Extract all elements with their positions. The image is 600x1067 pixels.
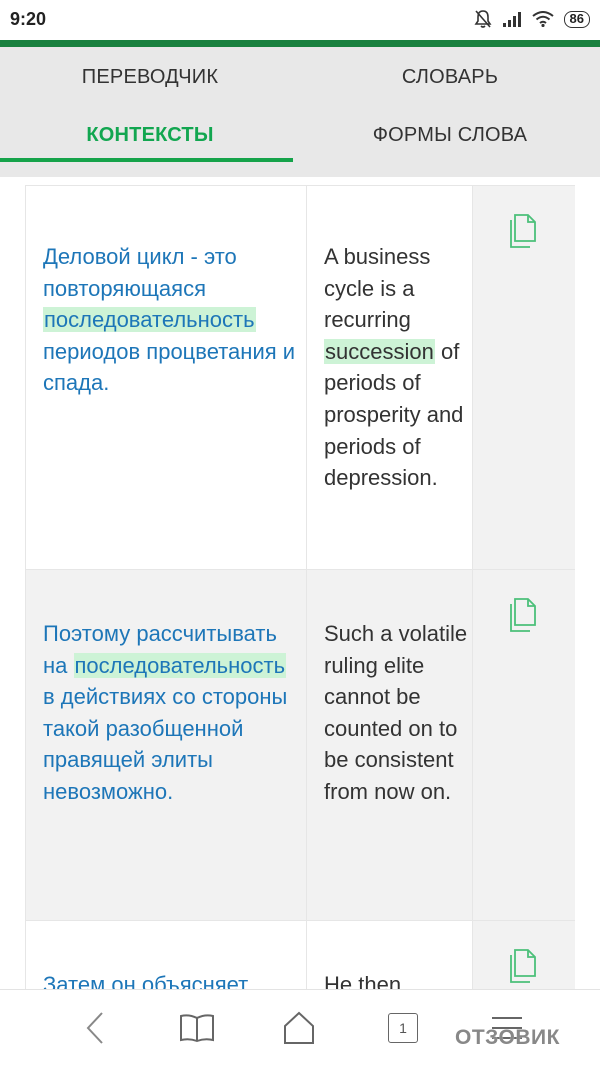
highlighted-term: succession — [324, 338, 435, 364]
example-row: Затем он объясняет He then — [25, 920, 575, 989]
translation-cell: Such a volatile ruling elite cannot be c… — [307, 570, 473, 920]
source-cell: Затем он объясняет — [25, 921, 307, 989]
tab-bar: ПЕРЕВОДЧИК СЛОВАРЬ КОНТЕКСТЫ ФОРМЫ СЛОВА — [0, 47, 600, 177]
tab-contexts[interactable]: КОНТЕКСТЫ — [0, 105, 300, 165]
source-cell: Деловой цикл - это повторяющаяся последо… — [25, 186, 307, 569]
tab-dictionary[interactable]: СЛОВАРЬ — [300, 47, 600, 107]
status-bar: 9:20 86 — [0, 0, 600, 40]
tabs-button[interactable]: 1 — [387, 1010, 419, 1046]
example-row: Деловой цикл - это повторяющаяся последо… — [25, 185, 575, 569]
copy-cell — [473, 186, 575, 569]
translation-text: A business cycle is a recurring successi… — [324, 244, 464, 491]
back-button[interactable] — [80, 1010, 110, 1046]
copy-cell — [473, 921, 575, 989]
mute-icon — [474, 9, 492, 29]
watermark: ОТЗОВИК — [455, 1026, 560, 1049]
status-time: 9:20 — [10, 9, 47, 29]
translation-text: Such a volatile ruling elite cannot be c… — [324, 621, 468, 804]
copy-icon[interactable] — [508, 949, 538, 989]
highlighted-term: последовательность — [43, 307, 256, 333]
source-cell: Поэтому рассчитывать на последовательнос… — [25, 570, 307, 920]
browser-bottom-nav: 1 ОТЗОВИК — [0, 989, 600, 1067]
active-tab-indicator — [0, 158, 293, 162]
source-text: Поэтому рассчитывать на последовательнос… — [43, 621, 288, 804]
source-text: Деловой цикл - это повторяющаяся последо… — [43, 244, 296, 396]
example-row: Поэтому рассчитывать на последовательнос… — [25, 569, 575, 920]
copy-cell — [473, 570, 575, 920]
home-icon[interactable] — [281, 1010, 317, 1046]
battery-icon: 86 — [563, 10, 590, 28]
app-header-bar — [0, 40, 600, 47]
translation-cell: He then — [307, 921, 473, 989]
highlighted-term: последовательность — [73, 652, 287, 678]
signal-icon — [502, 11, 522, 27]
status-icons: 86 — [474, 9, 590, 29]
source-text: Затем он объясняет — [43, 972, 249, 989]
translation-cell: A business cycle is a recurring successi… — [307, 186, 473, 569]
copy-icon[interactable] — [508, 214, 538, 255]
tab-word-forms[interactable]: ФОРМЫ СЛОВА — [300, 105, 600, 165]
examples-list[interactable]: Деловой цикл - это повторяющаяся последо… — [0, 177, 600, 989]
wifi-icon — [531, 11, 554, 27]
tab-translator[interactable]: ПЕРЕВОДЧИК — [0, 47, 300, 107]
translation-text: He then — [324, 972, 402, 989]
bookmarks-icon[interactable] — [178, 1010, 216, 1046]
copy-icon[interactable] — [508, 598, 538, 639]
tab-count: 1 — [388, 1013, 418, 1043]
